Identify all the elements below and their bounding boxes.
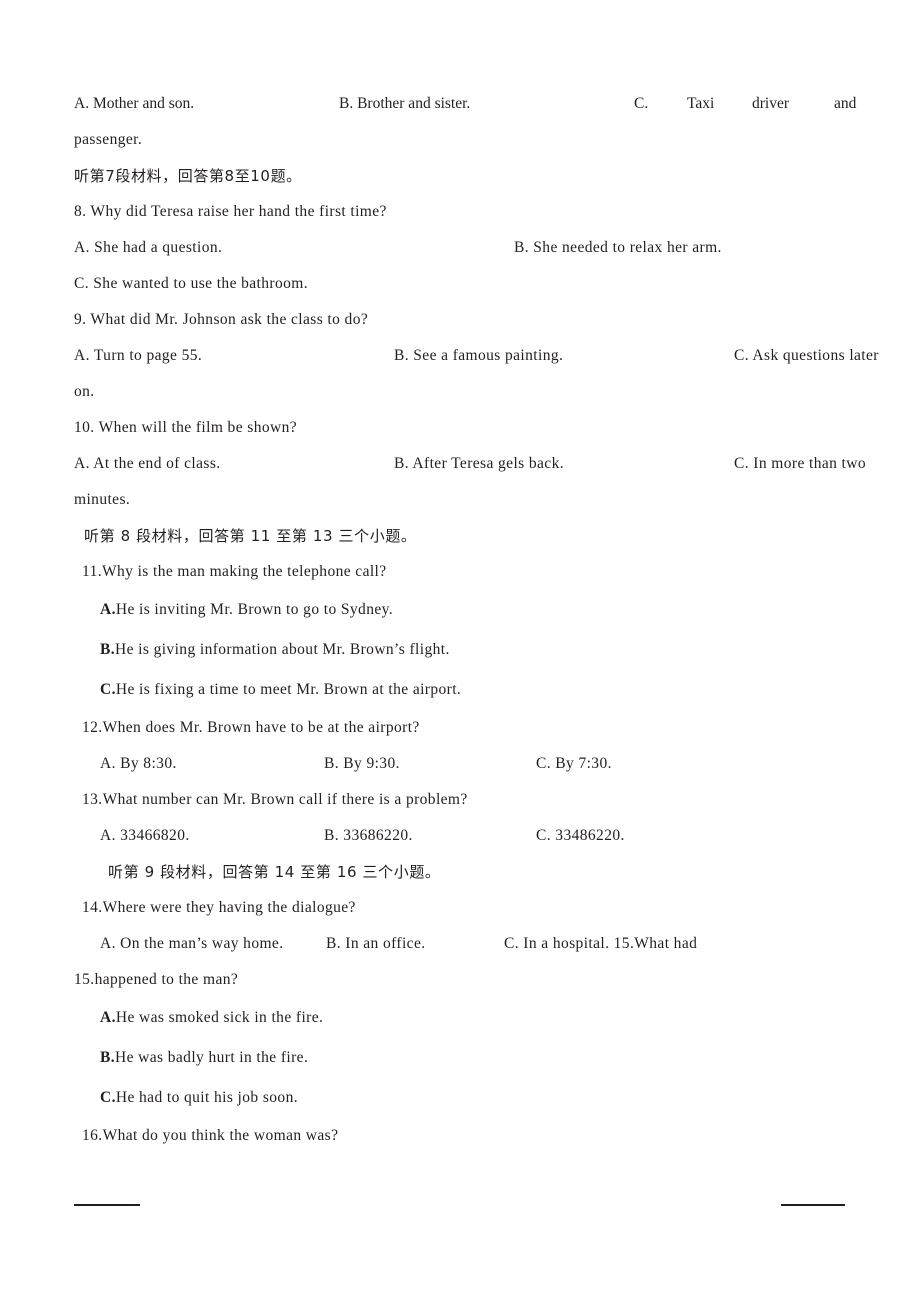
option-b-q13: B. 33686220.	[324, 827, 413, 844]
option-a-q15-label: A.	[100, 1009, 116, 1026]
question-8-options-row-1: A. She had a question. B. She needed to …	[74, 230, 846, 266]
option-b-q15-text: He was badly hurt in the fire.	[115, 1049, 309, 1066]
footer-rule-right	[781, 1204, 845, 1206]
footer-rule-left	[74, 1204, 140, 1206]
option-a-q9: A. Turn to page 55.	[74, 347, 203, 364]
option-c-q13: C. 33486220.	[536, 827, 625, 844]
option-b-q11-text: He is giving information about Mr. Brown…	[115, 641, 450, 658]
option-b-q7: B. Brother and sister.	[339, 95, 471, 112]
question-8-stem: 8. Why did Teresa raise her hand the fir…	[74, 203, 387, 220]
option-b-q15-label: B.	[100, 1049, 116, 1066]
option-c-q7-word-1: Taxi	[687, 95, 715, 112]
question-10-stem: 10. When will the film be shown?	[74, 419, 298, 436]
exam-page: A. Mother and son. B. Brother and sister…	[0, 0, 920, 1302]
option-b-q10: B. After Teresa gels back.	[394, 455, 565, 472]
question-9-options-row: A. Turn to page 55. B. See a famous pain…	[74, 338, 878, 374]
option-a-q15: A.He was smoked sick in the fire.	[74, 998, 846, 1038]
option-a-q10: A. At the end of class.	[74, 455, 221, 472]
option-c-q7-word-3: and	[834, 95, 857, 112]
option-b-q11-label: B.	[100, 641, 116, 658]
option-b-q14: B. In an office.	[326, 935, 426, 952]
section-header-8: 听第 8 段材料，回答第 11 至第 13 三个小题。	[84, 527, 417, 545]
question-12-stem: 12.When does Mr. Brown have to be at the…	[82, 719, 420, 736]
option-c-q15-label: C.	[100, 1089, 116, 1106]
option-c-q10: C. In more than two	[734, 455, 867, 472]
option-b-q15: B.He was badly hurt in the fire.	[74, 1038, 846, 1078]
option-a-q11-label: A.	[100, 601, 116, 618]
option-c-q7-continuation: passenger.	[74, 131, 143, 148]
option-a-q11: A.He is inviting Mr. Brown to go to Sydn…	[74, 590, 846, 630]
question-15-stem: 15.happened to the man?	[74, 971, 239, 988]
option-a-q11-text: He is inviting Mr. Brown to go to Sydney…	[115, 601, 394, 618]
question-11-stem: 11.Why is the man making the telephone c…	[82, 563, 387, 580]
option-b-q12: B. By 9:30.	[324, 755, 400, 772]
page-content: A. Mother and son. B. Brother and sister…	[74, 86, 878, 1154]
question-7-options-row: A. Mother and son. B. Brother and sister…	[74, 86, 856, 122]
option-a-q13: A. 33466820.	[100, 827, 190, 844]
option-c-q15: C.He had to quit his job soon.	[74, 1078, 846, 1118]
option-a-q15-text: He was smoked sick in the fire.	[115, 1009, 324, 1026]
option-c-q7-label: C.	[634, 95, 649, 112]
option-c-q7-word-2: driver	[752, 95, 790, 112]
question-10-options-row: A. At the end of class. B. After Teresa …	[74, 446, 866, 482]
question-9-stem: 9. What did Mr. Johnson ask the class to…	[74, 311, 369, 328]
option-b-q8: B. She needed to relax her arm.	[514, 239, 722, 256]
option-c-q11-text: He is fixing a time to meet Mr. Brown at…	[115, 681, 462, 698]
option-c-q9: C. Ask questions later	[734, 347, 879, 364]
option-b-q11: B.He is giving information about Mr. Bro…	[74, 630, 846, 670]
option-a-q12: A. By 8:30.	[100, 755, 177, 772]
question-13-options-row: A. 33466820. B. 33686220. C. 33486220.	[74, 818, 846, 854]
option-c-q11-label: C.	[100, 681, 116, 698]
option-c-q14: C. In a hospital. 15.What had	[504, 935, 698, 952]
option-c-q10-continuation: minutes.	[74, 491, 131, 508]
option-b-q9: B. See a famous painting.	[394, 347, 564, 364]
question-12-options-row: A. By 8:30. B. By 9:30. C. By 7:30.	[74, 746, 846, 782]
option-c-q11: C.He is fixing a time to meet Mr. Brown …	[74, 670, 846, 710]
option-c-q9-continuation: on.	[74, 383, 95, 400]
option-a-q14: A. On the man’s way home.	[100, 935, 284, 952]
question-14-options-row: A. On the man’s way home. B. In an offic…	[74, 926, 846, 962]
option-c-q12: C. By 7:30.	[536, 755, 612, 772]
option-a-q7: A. Mother and son.	[74, 95, 195, 112]
question-13-stem: 13.What number can Mr. Brown call if the…	[82, 791, 468, 808]
question-14-stem: 14.Where were they having the dialogue?	[82, 899, 356, 916]
option-a-q8: A. She had a question.	[74, 239, 223, 256]
section-header-7: 听第7段材料，回答第8至10题。	[74, 167, 302, 185]
option-c-q15-text: He had to quit his job soon.	[115, 1089, 298, 1106]
section-header-9: 听第 9 段材料，回答第 14 至第 16 三个小题。	[108, 863, 441, 881]
option-c-q8: C. She wanted to use the bathroom.	[74, 275, 309, 292]
question-16-stem: 16.What do you think the woman was?	[82, 1127, 339, 1144]
